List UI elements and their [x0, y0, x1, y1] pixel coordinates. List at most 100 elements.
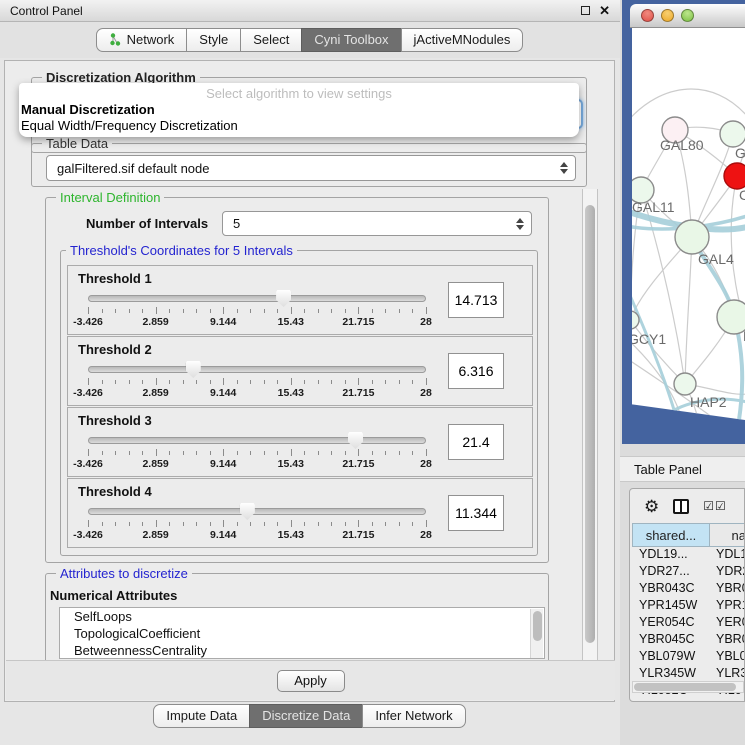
- slider-track[interactable]: [88, 366, 426, 373]
- threshold-slider[interactable]: -3.4262.8599.14415.4321.71528: [88, 290, 426, 334]
- column-header-shared-name[interactable]: shared...: [633, 524, 710, 546]
- dropdown-option-equal-width[interactable]: Equal Width/Frequency Discretization: [19, 118, 579, 134]
- gear-icon[interactable]: ⚙: [644, 498, 659, 515]
- dropdown-option-manual[interactable]: Manual Discretization: [19, 102, 579, 118]
- tab-jactivemnodules[interactable]: jActiveMNodules: [401, 28, 524, 52]
- shared-name-cell[interactable]: YBR043C: [632, 581, 710, 598]
- threshold-value-field[interactable]: 21.4: [448, 424, 504, 460]
- slider-handle[interactable]: [348, 432, 363, 449]
- tab-network[interactable]: Network: [96, 28, 188, 52]
- table-panel-titlebar: Table Panel: [620, 456, 745, 482]
- interval-definition-group: Interval Definition Number of Intervals …: [45, 197, 549, 563]
- column-header-name[interactable]: na: [710, 524, 745, 546]
- network-node-label: HAP2: [690, 394, 727, 410]
- float-window-icon[interactable]: [581, 6, 590, 15]
- shared-name-cell[interactable]: YER054C: [632, 615, 710, 632]
- threshold-row: Threshold 4 -3.4262.8599.14415.4321.7152…: [67, 478, 533, 548]
- list-vertical-scrollbar[interactable]: [530, 609, 543, 659]
- slider-tick-labels: -3.4262.8599.14415.4321.71528: [88, 387, 426, 399]
- table-horizontal-scrollbar[interactable]: [632, 681, 744, 693]
- table-row[interactable]: YPR145WYPR1: [632, 598, 745, 615]
- list-item[interactable]: SelfLoops: [60, 608, 544, 625]
- combo-down-arrow-icon: [516, 225, 524, 230]
- settings-vertical-scrollbar[interactable]: [582, 189, 598, 681]
- name-cell[interactable]: YPR1: [710, 598, 745, 615]
- tab-style[interactable]: Style: [186, 28, 241, 52]
- table-data-combobox[interactable]: galFiltered.sif default node: [46, 155, 576, 181]
- threshold-value-field[interactable]: 6.316: [448, 353, 504, 389]
- threshold-slider[interactable]: -3.4262.8599.14415.4321.71528: [88, 503, 426, 547]
- name-cell[interactable]: YER0: [710, 615, 745, 632]
- network-canvas[interactable]: GAL80GALCGAL11GAL4GCY1HHAP2: [632, 28, 745, 420]
- table-panel: ⚙ ☑☑ shared... na YDL19...YDL1YDR27...YD…: [629, 488, 745, 702]
- tab-select[interactable]: Select: [240, 28, 302, 52]
- scrollbar-thumb[interactable]: [634, 683, 736, 691]
- threshold-value-field[interactable]: 14.713: [448, 282, 504, 318]
- zoom-traffic-light[interactable]: [681, 9, 694, 22]
- name-cell[interactable]: YDR2: [710, 564, 745, 581]
- select-columns-icon[interactable]: ☑☑: [703, 499, 727, 513]
- network-node[interactable]: [674, 373, 696, 395]
- tab-cyni-toolbox[interactable]: Cyni Toolbox: [301, 28, 401, 52]
- threshold-slider[interactable]: -3.4262.8599.14415.4321.71528: [88, 361, 426, 405]
- name-cell[interactable]: YBR0: [710, 632, 745, 649]
- slider-ticks: [88, 520, 426, 528]
- slider-track[interactable]: [88, 508, 426, 515]
- shared-name-cell[interactable]: YDR27...: [632, 564, 710, 581]
- threshold-coordinates-label: Threshold's Coordinates for 5 Intervals: [66, 243, 297, 258]
- name-cell[interactable]: YBL0: [710, 649, 745, 666]
- network-window-titlebar: [630, 4, 745, 28]
- scrollbar-thumb[interactable]: [585, 205, 595, 643]
- bottom-tab-bar: Impute Data Discretize Data Infer Networ…: [0, 704, 620, 732]
- threshold-coordinates-group: Threshold's Coordinates for 5 Intervals …: [60, 250, 538, 556]
- network-view-window: GAL80GALCGAL11GAL4GCY1HHAP2: [622, 0, 745, 444]
- tab-discretize-data[interactable]: Discretize Data: [249, 704, 363, 728]
- numerical-attributes-label: Numerical Attributes: [50, 588, 177, 603]
- slider-handle[interactable]: [276, 290, 291, 307]
- panel-title: Control Panel: [10, 4, 581, 18]
- network-node[interactable]: [675, 220, 709, 254]
- network-node-label: C: [739, 187, 745, 203]
- network-node[interactable]: [720, 121, 745, 147]
- table-row[interactable]: YER054CYER0: [632, 615, 745, 632]
- tab-infer-network[interactable]: Infer Network: [362, 704, 465, 728]
- name-cell[interactable]: YDL1: [710, 547, 745, 564]
- table-data-label: Table Data: [42, 136, 112, 151]
- shared-name-cell[interactable]: YPR145W: [632, 598, 710, 615]
- list-item[interactable]: BetweennessCentrality: [60, 642, 544, 659]
- apply-button[interactable]: Apply: [277, 670, 345, 692]
- shared-name-cell[interactable]: YBL079W: [632, 649, 710, 666]
- network-node-label: GAL: [735, 145, 745, 161]
- table-row[interactable]: YBL079WYBL0: [632, 649, 745, 666]
- number-of-intervals-combobox[interactable]: 5: [222, 211, 532, 236]
- close-traffic-light[interactable]: [641, 9, 654, 22]
- slider-handle[interactable]: [186, 361, 201, 378]
- tab-impute-data[interactable]: Impute Data: [153, 704, 250, 728]
- column-layout-icon[interactable]: [673, 499, 689, 514]
- network-node[interactable]: [724, 163, 745, 189]
- shared-name-cell[interactable]: YDL19...: [632, 547, 710, 564]
- table-row[interactable]: YDL19...YDL1: [632, 547, 745, 564]
- table-panel-title: Table Panel: [634, 462, 702, 477]
- scrollbar-thumb[interactable]: [533, 611, 542, 641]
- slider-ticks: [88, 378, 426, 386]
- apply-strip: Apply: [6, 660, 615, 700]
- name-cell[interactable]: YBR0: [710, 581, 745, 598]
- close-icon[interactable]: ✕: [599, 4, 610, 17]
- slider-track[interactable]: [88, 295, 426, 302]
- numerical-attributes-list[interactable]: SelfLoops TopologicalCoefficient Between…: [59, 607, 545, 659]
- table-row[interactable]: YDR27...YDR2: [632, 564, 745, 581]
- slider-track[interactable]: [88, 437, 426, 444]
- table-row[interactable]: YBR043CYBR0: [632, 581, 745, 598]
- table-rows: YDL19...YDL1YDR27...YDR2YBR043CYBR0YPR14…: [632, 547, 745, 700]
- list-item[interactable]: TopologicalCoefficient: [60, 625, 544, 642]
- network-node[interactable]: [717, 300, 745, 334]
- screen: Control Panel ✕ Network Style Select Cyn…: [0, 0, 745, 745]
- table-data-group: Table Data galFiltered.sif default node: [31, 143, 587, 187]
- threshold-slider[interactable]: -3.4262.8599.14415.4321.71528: [88, 432, 426, 476]
- threshold-value-field[interactable]: 11.344: [448, 495, 504, 531]
- shared-name-cell[interactable]: YBR045C: [632, 632, 710, 649]
- minimize-traffic-light[interactable]: [661, 9, 674, 22]
- table-row[interactable]: YBR045CYBR0: [632, 632, 745, 649]
- slider-handle[interactable]: [240, 503, 255, 520]
